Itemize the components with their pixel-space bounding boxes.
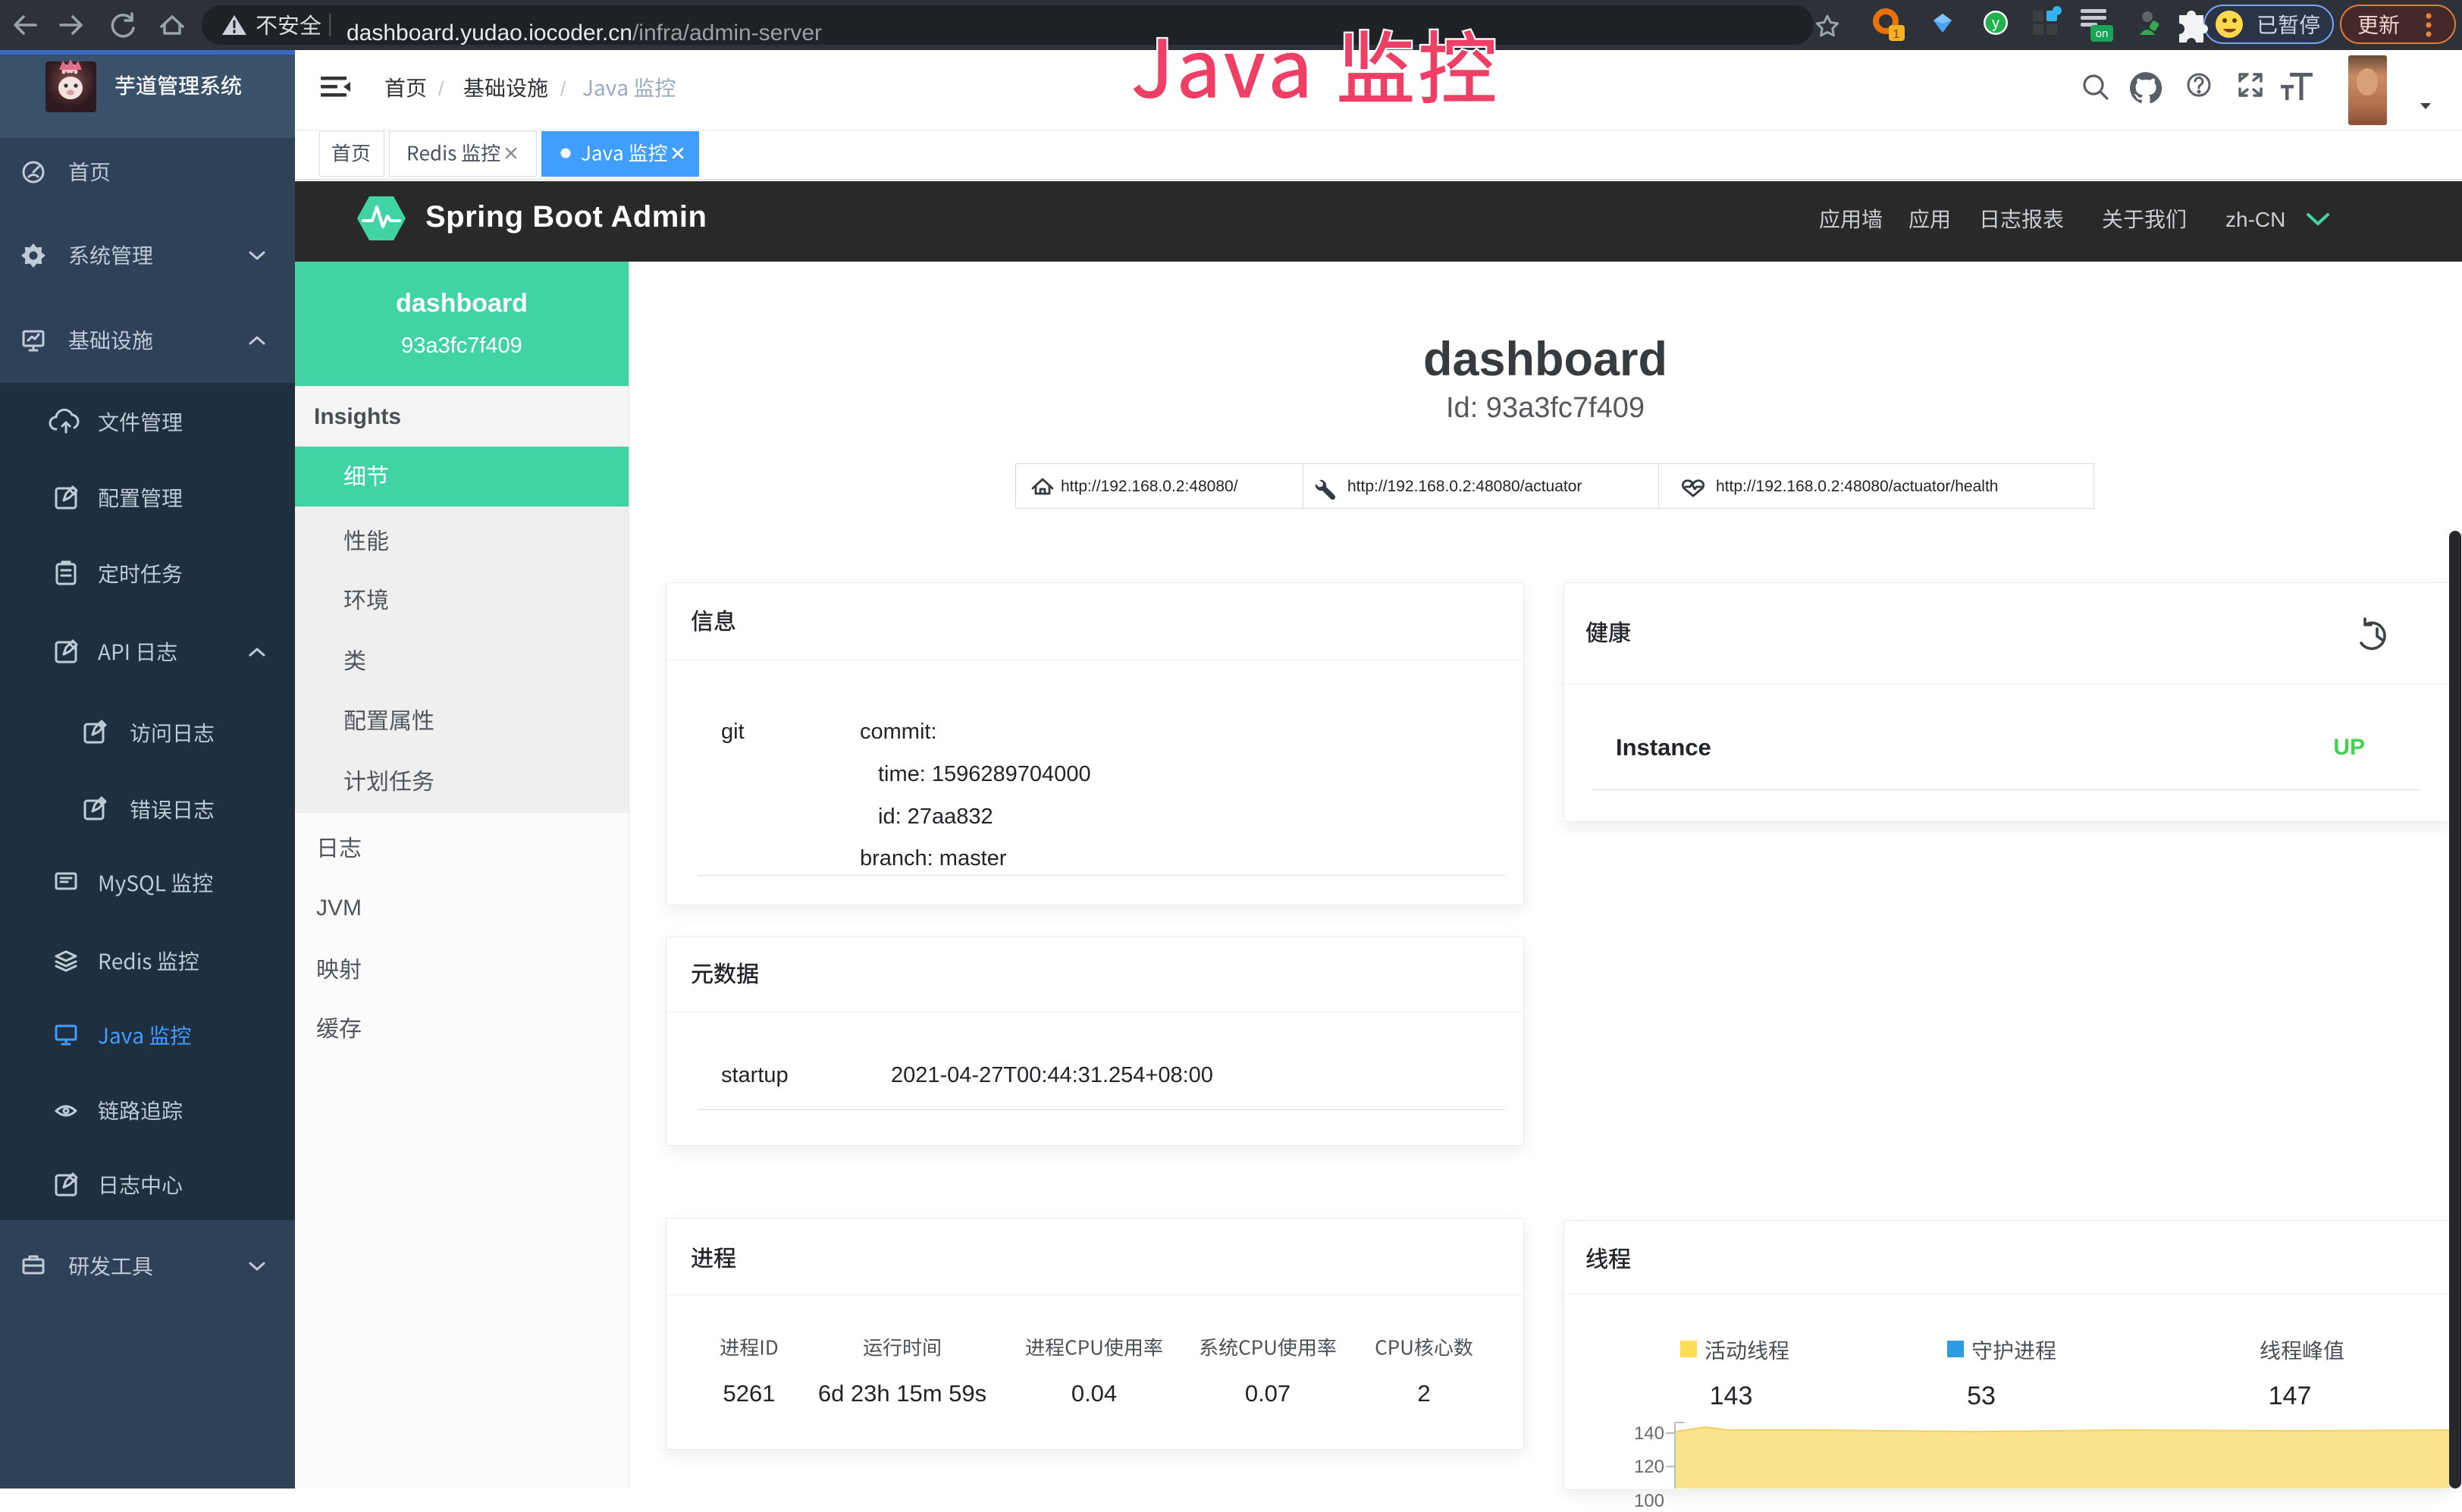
svg-text:y: y — [1992, 15, 1999, 32]
svg-text:on: on — [2096, 27, 2109, 40]
svg-text:1: 1 — [1893, 28, 1900, 41]
